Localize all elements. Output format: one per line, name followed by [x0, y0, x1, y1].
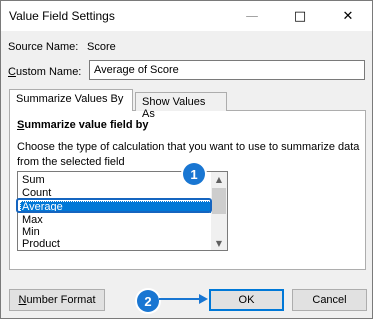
number-format-label-rest: umber Format	[26, 294, 96, 306]
step-badge-2: 2	[137, 290, 159, 312]
maximize-icon[interactable]: □	[277, 1, 323, 31]
arrow-right-icon	[159, 294, 208, 304]
number-format-mnemonic: N	[18, 294, 27, 306]
scroll-up-icon[interactable]: ▲	[211, 172, 227, 186]
summarize-section-title: Summarize value field by	[17, 119, 148, 131]
close-icon[interactable]: ✕	[325, 1, 371, 31]
title-bar: Value Field Settings — □ ✕	[1, 1, 372, 31]
custom-name-input[interactable]: Average of Score	[89, 60, 365, 80]
list-item-average[interactable]: Average	[20, 201, 212, 213]
list-item-min[interactable]: Min	[20, 226, 212, 238]
scroll-thumb[interactable]	[212, 188, 226, 214]
custom-name-label-rest: ustom Name:	[15, 66, 82, 78]
minimize-icon[interactable]: —	[229, 1, 275, 31]
custom-name-mnemonic: C	[8, 66, 16, 78]
tab-summarize-values-by[interactable]: Summarize Values By	[9, 89, 133, 111]
scroll-down-icon[interactable]: ▼	[211, 236, 227, 250]
list-item-max[interactable]: Max	[20, 214, 212, 226]
list-item-product[interactable]: Product	[20, 238, 212, 250]
summarize-title-rest: ummarize value field by	[24, 119, 149, 131]
step-badge-1: 1	[183, 163, 205, 185]
source-name-value: Score	[87, 41, 116, 53]
tab-show-values-as[interactable]: Show Values As	[135, 92, 227, 120]
list-item-count[interactable]: Count	[20, 187, 212, 199]
value-field-settings-dialog: Value Field Settings — □ ✕ Source Name: …	[0, 0, 373, 319]
custom-name-label: Custom Name:	[8, 66, 81, 78]
number-format-button[interactable]: Number Format	[9, 289, 105, 311]
listbox-scrollbar[interactable]: ▲ ▼	[211, 172, 227, 250]
cancel-button[interactable]: Cancel	[292, 289, 367, 311]
ok-button[interactable]: OK	[209, 289, 284, 311]
window-title: Value Field Settings	[9, 9, 115, 23]
source-name-label: Source Name:	[8, 41, 79, 53]
